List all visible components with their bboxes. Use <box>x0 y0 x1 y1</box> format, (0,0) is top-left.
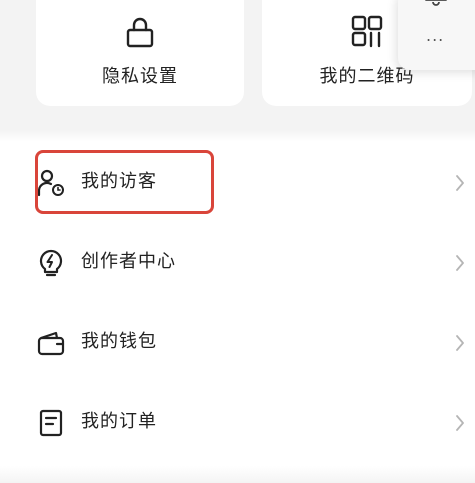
bell-icon[interactable] <box>422 0 450 6</box>
panel-shadow <box>0 130 475 142</box>
menu-item-label: 创作者中心 <box>81 251 176 272</box>
menu-item-my-wallet[interactable]: 我的钱包 <box>0 302 475 382</box>
visitor-icon <box>37 169 64 197</box>
privacy-settings-card[interactable]: 隐私设置 <box>36 0 244 106</box>
order-list-icon <box>39 409 63 437</box>
more-options-button[interactable]: ... <box>426 28 444 44</box>
qr-code-icon <box>351 15 383 48</box>
chevron-right-icon <box>456 335 464 351</box>
lock-icon <box>126 17 154 48</box>
menu-item-creator-center[interactable]: 创作者中心 <box>0 222 475 302</box>
menu-item-my-orders[interactable]: 我的订单 <box>0 382 475 462</box>
wallet-icon <box>37 331 65 356</box>
menu-item-label: 我的钱包 <box>81 331 157 352</box>
chevron-right-icon <box>456 175 464 191</box>
chevron-right-icon <box>456 415 464 431</box>
menu-item-my-visitors[interactable]: 我的访客 <box>0 142 475 222</box>
floating-action-capsule: ... <box>398 0 475 70</box>
privacy-settings-label: 隐私设置 <box>102 66 178 87</box>
menu-item-label: 我的订单 <box>81 411 157 432</box>
menu-item-label: 我的访客 <box>81 171 157 192</box>
bottom-edge <box>0 466 475 483</box>
chevron-right-icon <box>456 255 464 271</box>
lightbulb-icon <box>39 249 63 277</box>
